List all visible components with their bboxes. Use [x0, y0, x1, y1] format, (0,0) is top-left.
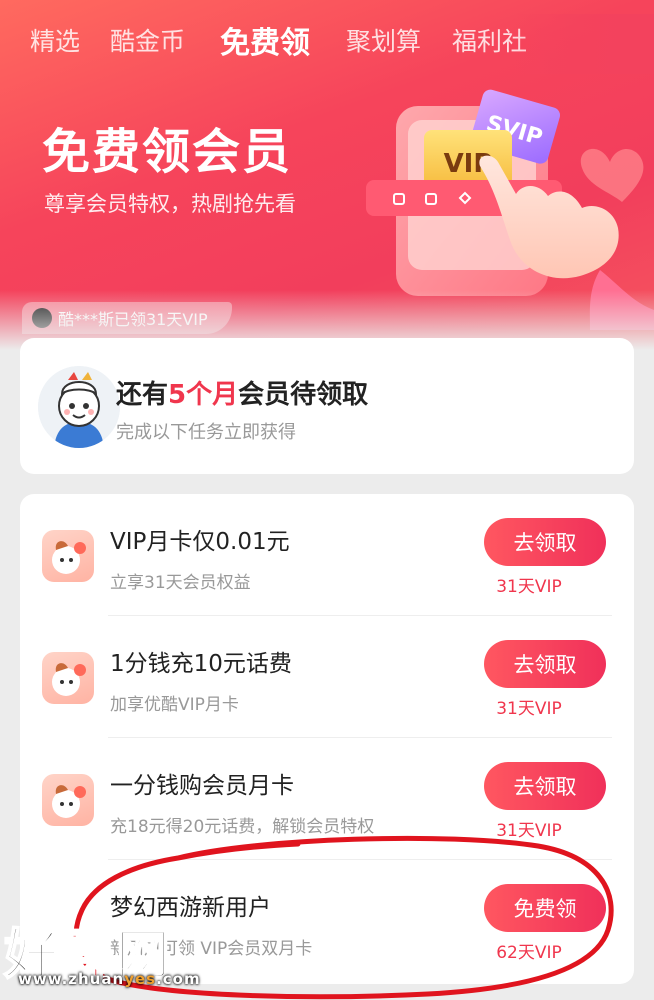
task-subtitle: 立享31天会员权益	[110, 573, 251, 593]
site-watermark: 好赚网 www.zhuanyes.com	[0, 910, 200, 1000]
pending-title-prefix: 还有	[116, 380, 169, 410]
watermark-url: www.zhuanyes.com	[18, 970, 201, 988]
pending-membership-card: 还有5个月会员待领取 完成以下任务立即获得	[20, 338, 634, 474]
tab-deals[interactable]: 聚划算	[346, 22, 421, 58]
pending-title-suffix: 会员待领取	[238, 380, 369, 410]
tab-fade	[514, 14, 654, 74]
pending-subtitle: 完成以下任务立即获得	[116, 422, 296, 443]
free-claim-button[interactable]: 免费领	[484, 884, 606, 932]
task-subtitle: 充18元得20元话费，解锁会员特权	[110, 817, 375, 837]
hero-banner: 精选 酷金币 免费领 聚划算 福利社 免费领会员 尊享会员特权，热剧抢先看 SV…	[0, 0, 654, 350]
tab-featured[interactable]: 精选	[30, 22, 80, 58]
claim-button[interactable]: 去领取	[484, 640, 606, 688]
task-reward: 31天VIP	[496, 699, 562, 719]
task-item: 一分钱购会员月卡 充18元得20元话费，解锁会员特权 去领取 31天VIP	[20, 738, 634, 860]
ticker-text: 酷***斯已领31天VIP	[58, 310, 208, 329]
task-subtitle: 加享优酷VIP月卡	[110, 695, 239, 715]
task-title: 一分钱购会员月卡	[110, 773, 294, 799]
youku-mascot-icon	[42, 530, 94, 582]
user-avatar-dot	[32, 308, 52, 328]
task-reward: 62天VIP	[496, 943, 562, 963]
watermark-url-tld: .com	[156, 970, 201, 988]
claim-button[interactable]: 去领取	[484, 762, 606, 810]
pending-months-highlight: 5个月	[168, 380, 239, 410]
hero-subtitle: 尊享会员特权，热剧抢先看	[44, 192, 296, 216]
task-reward: 31天VIP	[496, 577, 562, 597]
hero-title: 免费领会员	[42, 124, 293, 180]
top-tab-bar: 精选 酷金币 免费领 聚划算 福利社	[0, 14, 654, 74]
mascot-avatar	[38, 366, 120, 448]
youku-mascot-icon	[42, 652, 94, 704]
claim-ticker: 酷***斯已领31天VIP	[22, 302, 232, 334]
watermark-url-accent: yes	[124, 970, 157, 988]
task-reward: 31天VIP	[496, 821, 562, 841]
task-title: 1分钱充10元话费	[110, 651, 292, 677]
task-item: 1分钱充10元话费 加享优酷VIP月卡 去领取 31天VIP	[20, 616, 634, 738]
task-title: VIP月卡仅0.01元	[110, 529, 290, 555]
pending-title: 还有5个月会员待领取	[116, 374, 368, 411]
vip-card-hand-illustration: SVIP VIP	[366, 89, 654, 330]
tab-free[interactable]: 免费领	[220, 18, 310, 62]
claim-button[interactable]: 去领取	[484, 518, 606, 566]
tab-coins[interactable]: 酷金币	[110, 22, 185, 58]
watermark-url-part: www.zhuan	[18, 970, 125, 988]
youku-mascot-icon	[42, 774, 94, 826]
task-item: VIP月卡仅0.01元 立享31天会员权益 去领取 31天VIP	[20, 494, 634, 616]
